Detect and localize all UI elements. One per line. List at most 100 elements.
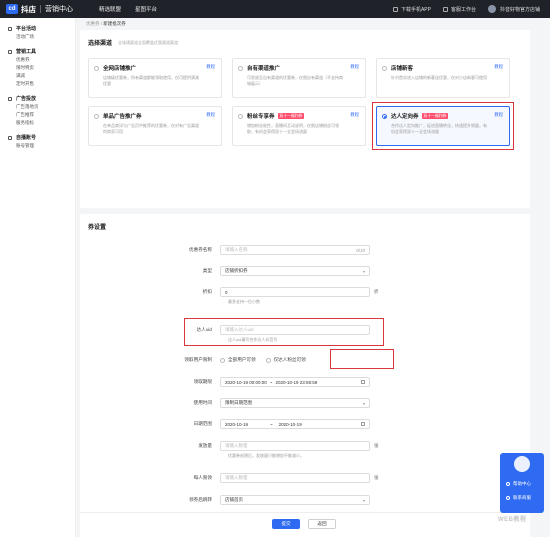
logo-mark-icon: cd [6,4,18,14]
radio-button[interactable] [238,66,243,71]
channel-option-title: 店铺新客 [391,66,414,72]
radio-button[interactable] [238,114,243,119]
form-footer: 提交 返回 [80,512,530,537]
unit-label: 折 [374,289,379,294]
help-icon [506,482,510,486]
sidebar-group-platform: 平台活动 活动广场 [0,24,75,41]
sidebar-item-full-reduction[interactable]: 满减 [0,72,75,80]
select-value: 限制日期范围 [225,400,252,405]
top-nav-links: 精选联盟 星图平台 [99,5,171,13]
sidebar-group-label: 平台活动 [16,26,37,32]
tutorial-link[interactable]: 教程 [494,64,503,70]
date-range-picker[interactable]: 2020-10-19 ~ 2020-10-19 [220,419,370,429]
field-label: 每人限领 [193,475,212,480]
field-label: 类型 [202,268,212,273]
channel-option-fan-exclusive[interactable]: 粉丝专享券 双十一福利券 教程 增加粉丝粘性，直播间互动说明，仅限店铺粉丝可领取，… [232,106,366,146]
channel-option-new-customer[interactable]: 店铺新客 教程 针对首次进入店铺的新客送优惠，仅对小店新客可使用 [376,58,510,98]
field-row-claim-period: 领取期限 2020-10-19 00:00:00 ~ 2020-10-19 23… [80,376,530,388]
sidebar-group-label: 自播账号 [16,135,37,141]
radio-button[interactable] [94,66,99,71]
per-user-limit-input[interactable]: 请输入数量 [220,473,370,483]
unit-label: 张 [374,443,379,448]
sidebar-item-ad-recommend[interactable]: 广告推荐 [0,111,75,119]
tutorial-link[interactable]: 教程 [206,64,215,70]
range-end: 2020-10-19 23:59:59 [275,379,318,385]
channel-option-desc: 可发放至自有渠道的优惠券，仅限自有渠道（不支持商城展示） [247,75,343,86]
radio-fans-only[interactable]: 仅达人粉丝可领 [265,357,306,363]
top-nav-link-xingtu[interactable]: 星图平台 [135,5,157,13]
channel-option-all-shops[interactable]: 全网店铺推广 教程 店铺级优惠券，所有渠道都能领取使用，仅可提供满减优惠 [88,58,222,98]
shop-account-menu[interactable]: 抖音好物官方店铺 [487,5,540,13]
char-counter: 0/10 [356,247,365,253]
claim-period-picker[interactable]: 2020-10-19 00:00:00 ~ 2020-10-19 23:59:5… [220,377,370,387]
sidebar-item-service-metrics[interactable]: 服务指标 [0,119,75,127]
field-row-name: 优惠券名称 请输入名称 0/10 [80,244,530,256]
field-row-use-time: 使用时间 限制日期范围 ▾ [80,397,530,409]
radio-button[interactable] [382,66,387,71]
service-desk-link[interactable]: 客服工作台 [442,6,476,13]
highlight-box [184,318,384,346]
download-app-link[interactable]: 下载手机APP [392,6,431,13]
range-end: 2020-10-19 [278,421,302,427]
sidebar-group-title[interactable]: 平台活动 [0,24,75,33]
discount-input[interactable]: 0 [220,287,370,297]
tutorial-link[interactable]: 教程 [350,64,359,70]
radio-circle [265,357,271,363]
sidebar-item-coupon[interactable]: 优惠券 [0,56,75,64]
field-label: 发放量 [198,443,212,448]
channel-option-desc: 针对首次进入店铺的新客送优惠，仅对小店新客可使用 [391,75,487,80]
select-value: 店铺折扣券 [225,268,248,273]
after-claim-select[interactable]: 店铺首页 ▾ [220,495,370,505]
field-row-claim-limit: 领取用户限制 全部用户可领 仅达人粉丝可领 [80,354,530,366]
channel-option-desc: 在单品商详与广告页中推荐的优惠券，仅对有广告渠道的商家可用 [103,123,199,134]
channel-option-own-channel[interactable]: 自有渠道推广 教程 可发放至自有渠道的优惠券，仅限自有渠道（不支持商城展示） [232,58,366,98]
field-label: 优惠券名称 [189,247,212,252]
radio-circle [220,357,225,363]
settings-header: 券设置 [88,222,106,231]
placeholder-text: 请输入数量 [225,443,248,448]
sidebar-item-ad-landing[interactable]: 广告落地页 [0,103,75,111]
range-start: 2020-10-19 [225,421,249,427]
range-sep: ~ [270,421,273,427]
tool-icon [8,49,12,54]
channel-header: 选择渠道 全域通渠道全面覆盖优惠渠道渠道 [88,38,178,48]
field-label: 领取用户限制 [184,357,212,362]
coupon-name-input[interactable]: 请输入名称 0/10 [220,245,370,255]
radio-all-users[interactable]: 全部用户可领 [220,357,256,363]
coupon-type-select[interactable]: 店铺折扣券 ▾ [220,266,370,276]
chevron-down-icon: ▾ [362,497,365,503]
contact-service-link[interactable]: 联系商服 [506,495,531,501]
logo-text: 抖店 [21,4,36,14]
tutorial-link[interactable]: 教程 [350,112,359,118]
channel-option-title: 全网店铺推广 [103,66,137,72]
settings-title: 券设置 [88,225,107,231]
top-nav-link-alliance[interactable]: 精选联盟 [99,5,121,13]
submit-button[interactable]: 提交 [272,519,300,529]
shop-name: 抖音好物官方店铺 [499,6,540,13]
breadcrumb-parent[interactable]: 优惠券 [86,21,100,26]
radio-label: 全部用户可领 [228,357,256,362]
tutorial-link[interactable]: 教程 [206,112,215,118]
sidebar-group-title[interactable]: 营销工具 [0,47,75,56]
radio-button[interactable] [94,114,99,119]
channel-option-title: 粉丝专享券 双十一福利券 [247,113,305,120]
back-button[interactable]: 返回 [308,519,336,529]
sidebar-item-account-manage[interactable]: 账号管理 [0,142,75,150]
quantity-input[interactable]: 请输入数量 [220,441,370,451]
top-right-actions: 下载手机APP 客服工作台 抖音好物官方店铺 [381,5,540,13]
app-logo[interactable]: cd 抖店 营销中心 [6,4,73,15]
help-center-label: 帮助中心 [513,481,531,486]
field-label: 领券后跳转 [189,497,212,502]
use-time-select[interactable]: 限制日期范围 ▾ [220,398,370,408]
sidebar-item-scheduled-sale[interactable]: 定时开售 [0,80,75,88]
radio-label: 仅达人粉丝可领 [273,357,306,362]
sidebar-item-activity-square[interactable]: 活动广场 [0,33,75,41]
sidebar-group-title[interactable]: 自播账号 [0,133,75,142]
field-label: 折扣 [202,289,212,294]
headset-icon [442,6,448,12]
channel-option-single-ad[interactable]: 单品广告推广券 教程 在单品商详与广告页中推荐的优惠券，仅对有广告渠道的商家可用 [88,106,222,146]
sidebar-item-flash-sale[interactable]: 限时特卖 [0,64,75,72]
help-center-link[interactable]: 帮助中心 [506,481,531,487]
sidebar-group-title[interactable]: 广告投放 [0,94,75,103]
robot-icon [514,456,530,472]
